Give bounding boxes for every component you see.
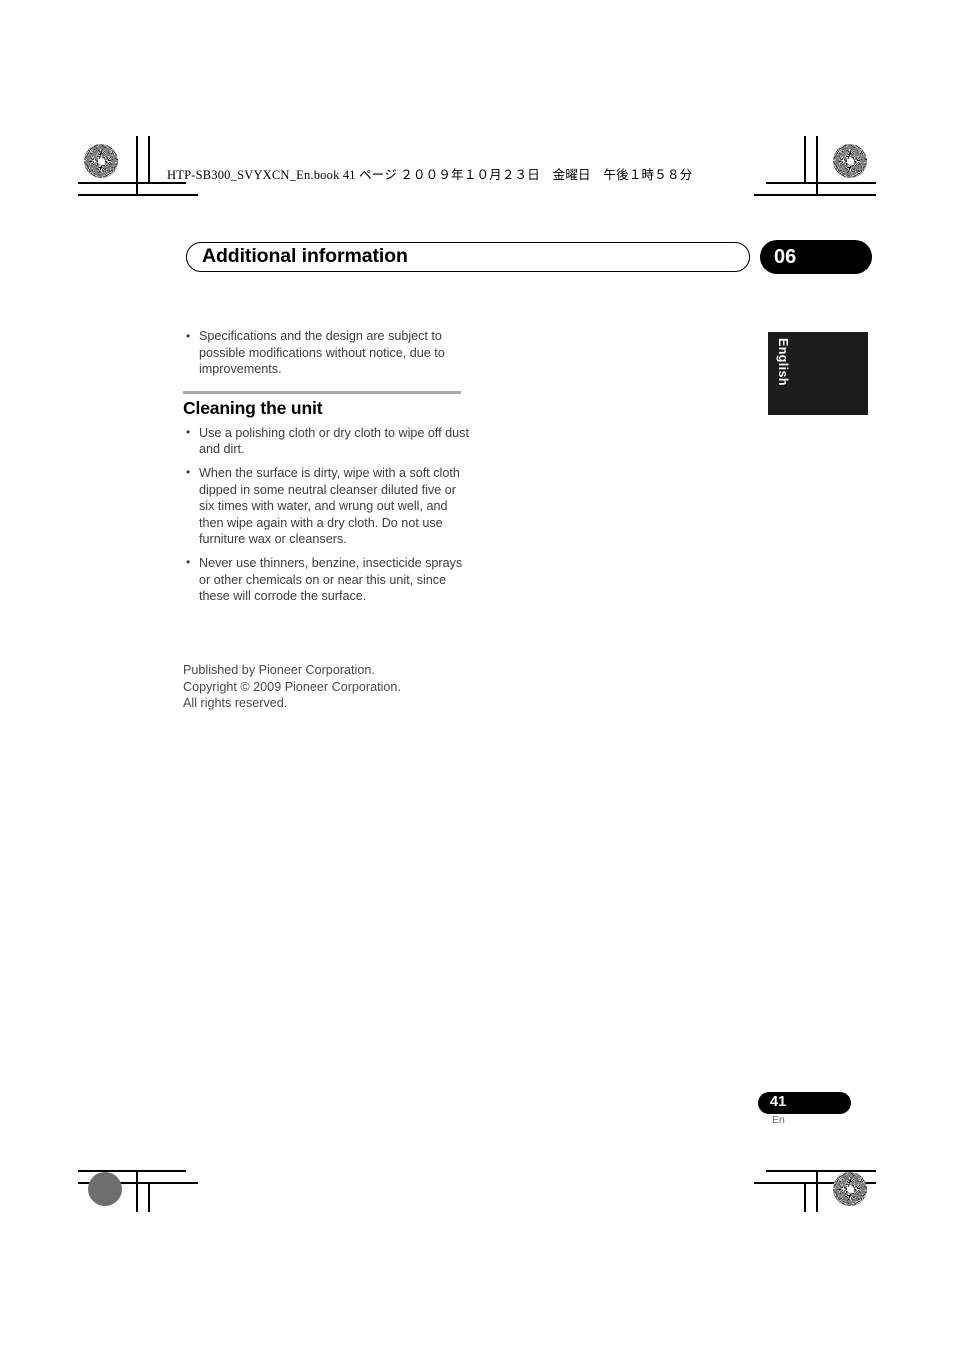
- colophon-publisher: Published by Pioneer Corporation.: [183, 663, 375, 677]
- registration-rosette-top-right: [833, 144, 867, 178]
- list-item: When the surface is dirty, wipe with a s…: [183, 464, 473, 548]
- page-language-label: En: [772, 1114, 785, 1126]
- registration-rosette-bottom-right: [833, 1172, 867, 1206]
- registration-crosshair-left-upper: [88, 196, 142, 250]
- crop-mark-bottom-right-v1: [816, 1170, 818, 1212]
- colophon-copyright: Copyright © 2009 Pioneer Corporation.: [183, 679, 401, 694]
- chapter-number-badge: 06: [760, 240, 872, 274]
- registration-crosshair-bottom-left-inner: [140, 1152, 194, 1206]
- list-item: Specifications and the design are subjec…: [183, 328, 473, 378]
- registration-crosshair-top-right-inner: [762, 146, 816, 200]
- registration-rosette-bottom-left: [88, 1172, 122, 1206]
- main-content: Specifications and the design are subjec…: [183, 328, 473, 612]
- chapter-number-label: 06: [774, 246, 797, 268]
- language-tab-label: English: [776, 338, 790, 386]
- book-file-header: HTP-SB300_SVYXCN_En.book 41 ページ ２００９年１０月…: [167, 168, 693, 182]
- registration-crosshair-right-middle: [812, 648, 866, 702]
- page-number-badge: 41: [758, 1092, 851, 1114]
- registration-crosshair-left-lower: [88, 1100, 142, 1154]
- page-title: Additional information: [202, 245, 408, 267]
- language-tab: English: [768, 332, 868, 415]
- registration-rosette-top-left: [84, 144, 118, 178]
- chapter-title-bar: Additional information: [186, 242, 750, 272]
- section-heading: Cleaning the unit: [183, 397, 323, 418]
- registration-crosshair-bottom-right-inner: [762, 1152, 816, 1206]
- colophon: Published by Pioneer Corporation. Copyri…: [183, 662, 401, 712]
- registration-crosshair-left-middle: [88, 648, 142, 702]
- crop-mark-top-right-v1: [816, 136, 818, 194]
- colophon-rights: All rights reserved.: [183, 696, 288, 711]
- crop-mark-top-left-v1: [136, 136, 138, 194]
- cleaning-bullet-list: Use a polishing cloth or dry cloth to wi…: [183, 424, 473, 605]
- section-divider: [183, 390, 461, 394]
- page-number-label: 41: [770, 1094, 787, 1110]
- registration-crosshair-bottom-center: [450, 1152, 504, 1206]
- list-item: Never use thinners, benzine, insecticide…: [183, 554, 473, 605]
- list-item: Use a polishing cloth or dry cloth to wi…: [183, 424, 473, 458]
- intro-bullet-list: Specifications and the design are subjec…: [183, 328, 473, 378]
- crop-mark-bottom-left-v1: [136, 1170, 138, 1212]
